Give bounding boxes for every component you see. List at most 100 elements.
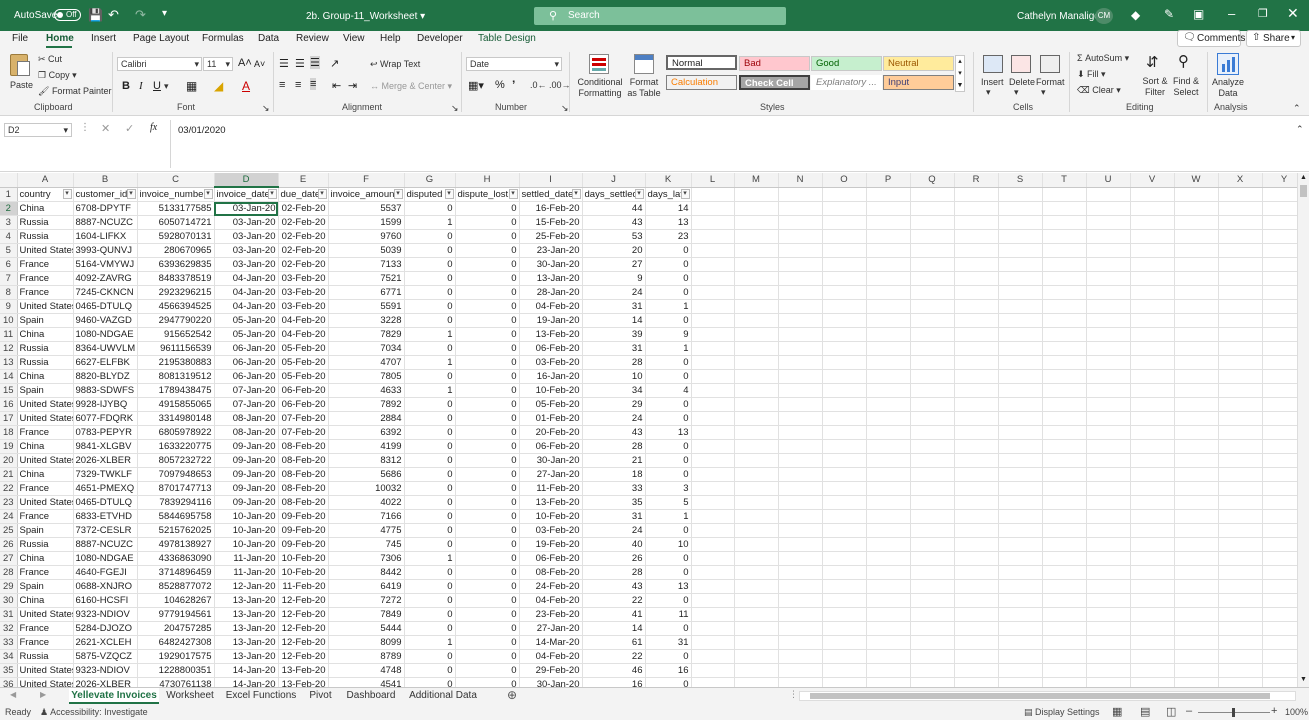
empty-cell[interactable]: [1130, 621, 1175, 636]
increase-decimal-icon[interactable]: .0←: [530, 80, 547, 90]
close-icon[interactable]: ✕: [1287, 5, 1299, 22]
empty-cell[interactable]: [1218, 369, 1263, 384]
cell[interactable]: 30-Jan-20: [519, 257, 583, 272]
align-left-icon[interactable]: ≡: [279, 79, 285, 91]
empty-cell[interactable]: [1042, 215, 1087, 230]
cell[interactable]: France: [17, 621, 74, 636]
empty-cell[interactable]: [1262, 509, 1297, 524]
style-bad[interactable]: Bad: [739, 56, 810, 71]
cell[interactable]: 06-Feb-20: [278, 397, 329, 412]
empty-cell[interactable]: [778, 355, 823, 370]
empty-cell[interactable]: [1086, 565, 1131, 580]
row-header[interactable]: 14: [0, 369, 18, 384]
empty-cell[interactable]: [1174, 509, 1219, 524]
empty-cell[interactable]: [778, 187, 823, 202]
cell[interactable]: 0: [645, 467, 692, 482]
cell[interactable]: 04-Feb-20: [519, 299, 583, 314]
cell[interactable]: 1080-NDGAE: [73, 551, 138, 566]
empty-cell[interactable]: [1262, 215, 1297, 230]
empty-cell[interactable]: [998, 229, 1043, 244]
style-explanatory[interactable]: Explanatory ...: [811, 75, 882, 90]
empty-cell[interactable]: [1262, 383, 1297, 398]
name-box[interactable]: D2 ▾: [4, 123, 72, 137]
empty-cell[interactable]: [954, 593, 999, 608]
empty-cell[interactable]: [778, 467, 823, 482]
cell[interactable]: 7892: [328, 397, 405, 412]
empty-cell[interactable]: [910, 425, 955, 440]
empty-cell[interactable]: [734, 383, 779, 398]
empty-cell[interactable]: [734, 621, 779, 636]
empty-cell[interactable]: [1218, 495, 1263, 510]
cell[interactable]: 7839294116: [137, 495, 215, 510]
empty-cell[interactable]: [954, 369, 999, 384]
percent-style-icon[interactable]: %: [495, 79, 505, 91]
page-break-view-icon[interactable]: ◫: [1166, 705, 1176, 718]
scroll-down-icon[interactable]: ▼: [1300, 676, 1307, 683]
autosum-button[interactable]: Σ AutoSum ▾: [1077, 53, 1129, 64]
empty-cell[interactable]: [1262, 635, 1297, 650]
empty-cell[interactable]: [691, 201, 735, 216]
empty-cell[interactable]: [1218, 271, 1263, 286]
scroll-up-icon[interactable]: ▲: [1300, 174, 1307, 181]
cell[interactable]: 1: [645, 509, 692, 524]
dialog-launcher-icon[interactable]: ↘: [451, 103, 459, 114]
empty-cell[interactable]: [1218, 467, 1263, 482]
empty-cell[interactable]: [778, 663, 823, 678]
cell[interactable]: 18: [582, 467, 646, 482]
restore-icon[interactable]: ❐: [1258, 7, 1268, 20]
cell[interactable]: 8887-NCUZC: [73, 537, 138, 552]
font-name-dropdown[interactable]: Calibri ▾: [117, 57, 202, 71]
empty-cell[interactable]: [1218, 285, 1263, 300]
empty-cell[interactable]: [1086, 509, 1131, 524]
cell[interactable]: 6482427308: [137, 635, 215, 650]
empty-cell[interactable]: [1130, 495, 1175, 510]
empty-cell[interactable]: [1130, 677, 1175, 687]
empty-cell[interactable]: [1086, 677, 1131, 687]
cell[interactable]: 0: [404, 229, 456, 244]
cell[interactable]: 1789438475: [137, 383, 215, 398]
cell[interactable]: Russia: [17, 537, 74, 552]
empty-cell[interactable]: [1174, 621, 1219, 636]
empty-cell[interactable]: [822, 257, 867, 272]
empty-cell[interactable]: [866, 355, 911, 370]
cell[interactable]: 0: [455, 621, 520, 636]
empty-cell[interactable]: [866, 523, 911, 538]
cell[interactable]: 24: [582, 411, 646, 426]
row-header[interactable]: 1: [0, 187, 18, 202]
cell[interactable]: 4748: [328, 663, 405, 678]
empty-cell[interactable]: [1042, 621, 1087, 636]
empty-cell[interactable]: [691, 397, 735, 412]
empty-cell[interactable]: [778, 327, 823, 342]
empty-cell[interactable]: [1218, 341, 1263, 356]
cell[interactable]: 8887-NCUZC: [73, 215, 138, 230]
empty-cell[interactable]: [910, 579, 955, 594]
empty-cell[interactable]: [1262, 299, 1297, 314]
cell[interactable]: 0: [455, 355, 520, 370]
empty-cell[interactable]: [1130, 593, 1175, 608]
empty-cell[interactable]: [1130, 271, 1175, 286]
empty-cell[interactable]: [866, 229, 911, 244]
empty-cell[interactable]: [910, 551, 955, 566]
empty-cell[interactable]: [1130, 243, 1175, 258]
cell[interactable]: 9323-NDIOV: [73, 663, 138, 678]
sheet-tab-worksheet[interactable]: Worksheet: [161, 688, 219, 704]
empty-cell[interactable]: [1130, 551, 1175, 566]
empty-cell[interactable]: [1042, 243, 1087, 258]
empty-cell[interactable]: [866, 425, 911, 440]
empty-cell[interactable]: [778, 537, 823, 552]
empty-cell[interactable]: [910, 201, 955, 216]
cell[interactable]: 07-Jan-20: [214, 383, 279, 398]
cell[interactable]: 0: [455, 215, 520, 230]
cell[interactable]: 0: [645, 439, 692, 454]
empty-cell[interactable]: [778, 593, 823, 608]
cell[interactable]: 09-Feb-20: [278, 509, 329, 524]
cell[interactable]: 08-Feb-20: [278, 481, 329, 496]
cell[interactable]: 41: [582, 607, 646, 622]
cell[interactable]: 0: [645, 551, 692, 566]
tab-developer[interactable]: Developer: [417, 33, 463, 44]
cell[interactable]: 31: [582, 509, 646, 524]
format-as-table-icon[interactable]: [634, 54, 654, 74]
cell[interactable]: 13-Jan-20: [214, 621, 279, 636]
cell[interactable]: 1080-NDGAE: [73, 327, 138, 342]
empty-cell[interactable]: [1174, 551, 1219, 566]
